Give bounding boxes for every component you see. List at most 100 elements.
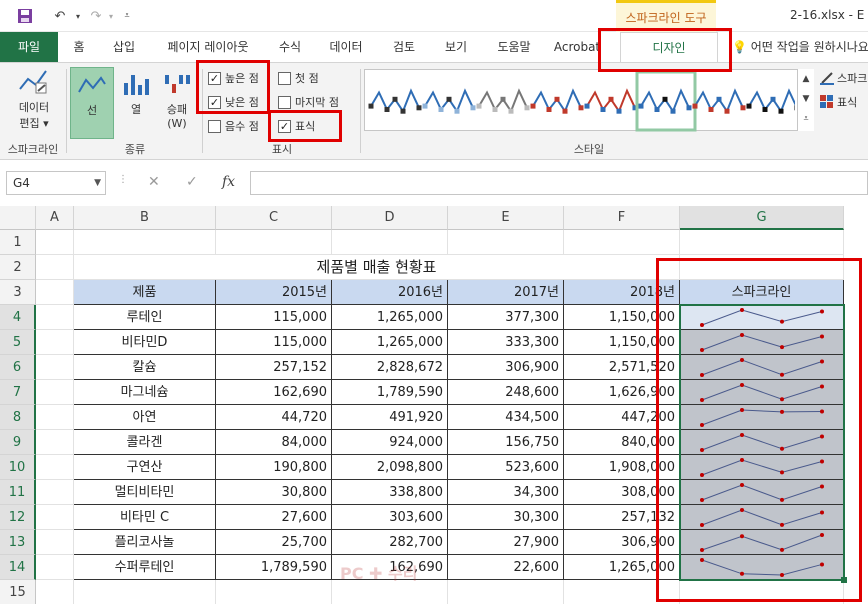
- sales-value-cell[interactable]: 491,920: [332, 405, 448, 430]
- row-header-10[interactable]: 10: [0, 455, 36, 480]
- sparkline-cell[interactable]: [680, 505, 844, 530]
- sparkline-cell[interactable]: [680, 355, 844, 380]
- cell[interactable]: [564, 230, 680, 255]
- gallery-expand-icon[interactable]: ⩡: [798, 109, 814, 129]
- sparkline-color-button[interactable]: 스파크: [820, 69, 867, 87]
- sales-value-cell[interactable]: 1,265,000: [332, 330, 448, 355]
- product-name-cell[interactable]: 칼슘: [74, 355, 216, 380]
- formula-input[interactable]: [250, 171, 868, 195]
- name-box[interactable]: G4 ▼: [6, 171, 106, 195]
- row-header-2[interactable]: 2: [0, 255, 36, 280]
- product-name-cell[interactable]: 비타민D: [74, 330, 216, 355]
- sales-value-cell[interactable]: 248,600: [448, 380, 564, 405]
- tab-acrobat[interactable]: Acrobat: [550, 32, 604, 62]
- sparkline-cell[interactable]: [680, 430, 844, 455]
- sales-value-cell[interactable]: 1,908,000: [564, 455, 680, 480]
- style-gallery-scroll[interactable]: ▲ ▼ ⩡: [797, 69, 814, 131]
- sales-value-cell[interactable]: 44,720: [216, 405, 332, 430]
- sales-value-cell[interactable]: 1,265,000: [332, 305, 448, 330]
- save-icon[interactable]: [14, 6, 36, 26]
- sheet-title[interactable]: 제품별 매출 현황표: [74, 255, 680, 280]
- tab-file[interactable]: 파일: [0, 32, 58, 62]
- table-header-cell[interactable]: 스파크라인: [680, 280, 844, 305]
- table-header-cell[interactable]: 2015년: [216, 280, 332, 305]
- sales-value-cell[interactable]: 303,600: [332, 505, 448, 530]
- cell[interactable]: [680, 255, 844, 280]
- cell[interactable]: [448, 230, 564, 255]
- tab-view[interactable]: 보기: [434, 32, 478, 62]
- product-name-cell[interactable]: 구연산: [74, 455, 216, 480]
- sparkline-cell[interactable]: [680, 405, 844, 430]
- sales-value-cell[interactable]: 306,900: [564, 530, 680, 555]
- sales-value-cell[interactable]: 25,700: [216, 530, 332, 555]
- customize-toolbar-icon[interactable]: ⩡: [120, 6, 134, 26]
- sales-value-cell[interactable]: 377,300: [448, 305, 564, 330]
- sales-value-cell[interactable]: 434,500: [448, 405, 564, 430]
- cell[interactable]: [36, 405, 74, 430]
- sales-value-cell[interactable]: 306,900: [448, 355, 564, 380]
- high-point-checkbox[interactable]: ✓ 높은 점: [208, 69, 259, 87]
- sales-value-cell[interactable]: 1,150,000: [564, 330, 680, 355]
- sales-value-cell[interactable]: 1,789,590: [216, 555, 332, 580]
- cell[interactable]: [332, 230, 448, 255]
- cell[interactable]: [216, 580, 332, 604]
- sales-value-cell[interactable]: 27,600: [216, 505, 332, 530]
- tab-help[interactable]: 도움말: [488, 32, 540, 62]
- cell[interactable]: [36, 305, 74, 330]
- row-header-12[interactable]: 12: [0, 505, 36, 530]
- cell[interactable]: [74, 580, 216, 604]
- sparkline-cell[interactable]: [680, 380, 844, 405]
- table-header-cell[interactable]: 제품: [74, 280, 216, 305]
- sparkline-cell[interactable]: [680, 480, 844, 505]
- sales-value-cell[interactable]: 2,098,800: [332, 455, 448, 480]
- row-header-9[interactable]: 9: [0, 430, 36, 455]
- sparkline-cell[interactable]: [680, 330, 844, 355]
- cell[interactable]: [36, 430, 74, 455]
- sales-value-cell[interactable]: 840,000: [564, 430, 680, 455]
- cell[interactable]: [74, 230, 216, 255]
- marker-color-button[interactable]: 표식: [820, 93, 857, 111]
- row-header-15[interactable]: 15: [0, 580, 36, 604]
- sales-value-cell[interactable]: 2,828,672: [332, 355, 448, 380]
- sales-value-cell[interactable]: 115,000: [216, 330, 332, 355]
- sales-value-cell[interactable]: 1,626,900: [564, 380, 680, 405]
- low-point-checkbox[interactable]: ✓ 낮은 점: [208, 93, 259, 111]
- markers-checkbox[interactable]: ✓ 표식: [278, 117, 315, 135]
- row-header-14[interactable]: 14: [0, 555, 36, 580]
- product-name-cell[interactable]: 멀티비타민: [74, 480, 216, 505]
- column-header-c[interactable]: C: [216, 206, 332, 230]
- row-header-8[interactable]: 8: [0, 405, 36, 430]
- gallery-scroll-down-icon[interactable]: ▼: [798, 89, 814, 109]
- cell[interactable]: [680, 230, 844, 255]
- name-box-dropdown-icon[interactable]: ▼: [94, 172, 101, 194]
- column-header-f[interactable]: F: [564, 206, 680, 230]
- sales-value-cell[interactable]: 34,300: [448, 480, 564, 505]
- tab-page-layout[interactable]: 페이지 레이아웃: [154, 32, 262, 62]
- insert-function-icon[interactable]: fx: [222, 174, 235, 190]
- cell[interactable]: [36, 480, 74, 505]
- product-name-cell[interactable]: 플리코사놀: [74, 530, 216, 555]
- cell[interactable]: [36, 530, 74, 555]
- type-column-button[interactable]: 열: [116, 67, 156, 117]
- cell[interactable]: [36, 555, 74, 580]
- gallery-scroll-up-icon[interactable]: ▲: [798, 69, 814, 89]
- sparkline-cell[interactable]: [680, 455, 844, 480]
- sales-value-cell[interactable]: 30,300: [448, 505, 564, 530]
- cell[interactable]: [36, 505, 74, 530]
- column-header-d[interactable]: D: [332, 206, 448, 230]
- tab-design[interactable]: 디자인: [620, 32, 718, 62]
- row-header-7[interactable]: 7: [0, 380, 36, 405]
- tab-data[interactable]: 데이터: [320, 32, 372, 62]
- select-all-corner[interactable]: [0, 206, 36, 230]
- column-header-g[interactable]: G: [680, 206, 844, 230]
- table-header-cell[interactable]: 2017년: [448, 280, 564, 305]
- cell[interactable]: [36, 230, 74, 255]
- cell[interactable]: [36, 280, 74, 305]
- sales-value-cell[interactable]: 190,800: [216, 455, 332, 480]
- type-line-button[interactable]: 선: [70, 67, 114, 139]
- tab-review[interactable]: 검토: [382, 32, 426, 62]
- sales-value-cell[interactable]: 282,700: [332, 530, 448, 555]
- sales-value-cell[interactable]: 1,265,000: [564, 555, 680, 580]
- tab-formulas[interactable]: 수식: [270, 32, 310, 62]
- cell[interactable]: [36, 355, 74, 380]
